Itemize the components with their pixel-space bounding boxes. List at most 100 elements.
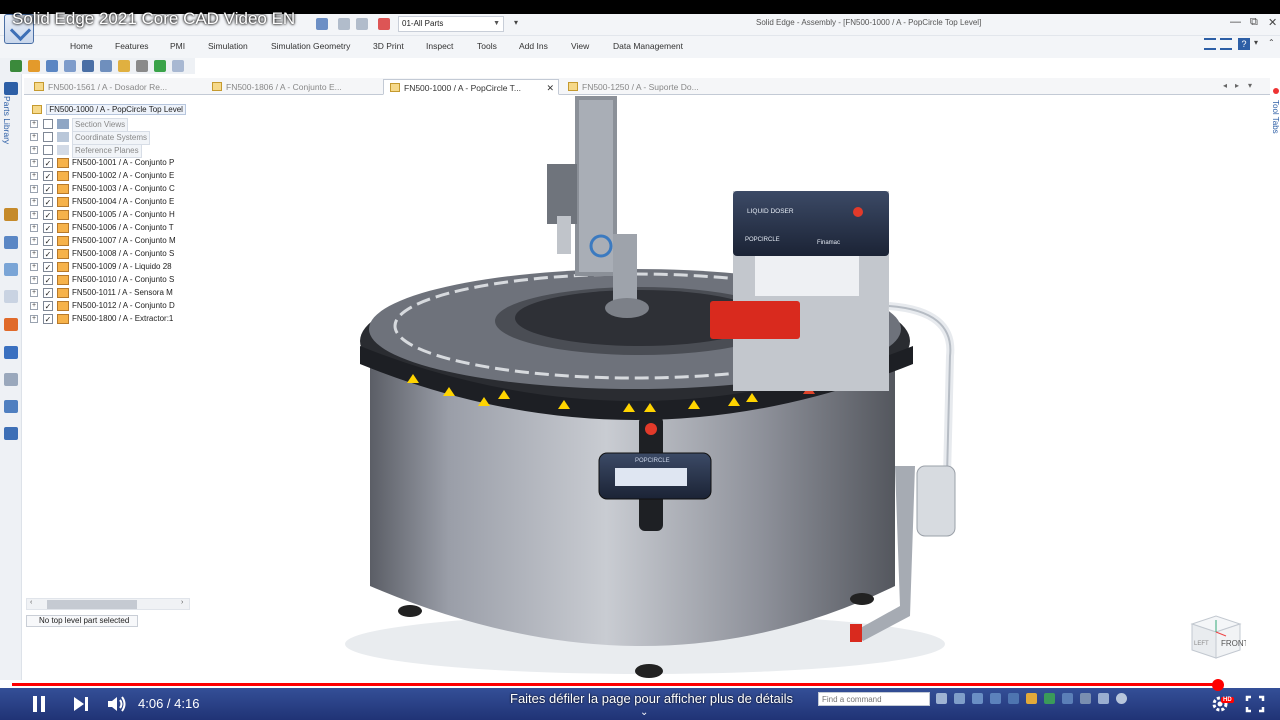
eye-icon[interactable] <box>10 60 22 72</box>
undo-icon[interactable] <box>338 18 350 30</box>
expand-icon[interactable]: + <box>30 159 38 167</box>
sensors-icon[interactable] <box>4 263 18 276</box>
close-window-icon[interactable]: ✕ <box>1268 16 1277 29</box>
expand-icon[interactable]: + <box>30 120 38 128</box>
shading-icon[interactable] <box>1044 693 1055 704</box>
visibility-checkbox[interactable]: ✓ <box>43 236 53 246</box>
close-icon[interactable]: ✕ <box>546 80 554 96</box>
close-document-icon[interactable] <box>378 18 390 30</box>
tab-list-icon[interactable]: ▾ <box>1248 81 1252 90</box>
expand-icon[interactable]: + <box>30 250 38 258</box>
visibility-checkbox[interactable] <box>43 132 53 142</box>
link-icon[interactable] <box>172 60 184 72</box>
command-finder-input[interactable] <box>818 692 930 706</box>
settings-icon[interactable] <box>4 427 18 440</box>
ribbon-tab-simulation-geometry[interactable]: Simulation Geometry <box>271 41 350 51</box>
tree-root[interactable]: FN500-1000 / A - PopCircle Top Level <box>32 104 186 115</box>
ribbon-tab-home[interactable]: Home <box>70 41 93 51</box>
panes-icon[interactable] <box>1220 38 1232 50</box>
expand-icon[interactable]: + <box>30 146 38 154</box>
pan-icon[interactable] <box>990 693 1001 704</box>
quick-access-menu-icon[interactable]: ▾ <box>514 18 526 30</box>
grid-icon[interactable] <box>28 60 40 72</box>
layers-icon[interactable] <box>4 236 18 249</box>
zoom-icon[interactable] <box>954 693 965 704</box>
pathfinder-icon[interactable] <box>4 208 18 221</box>
color-icon[interactable] <box>4 318 18 331</box>
video-scrubber-handle[interactable] <box>1212 679 1224 691</box>
doc-tab-fn500-1000[interactable]: FN500-1000 / A - PopCircle T... ✕ <box>383 79 559 95</box>
fit-icon[interactable] <box>972 693 983 704</box>
zoom-area-icon[interactable] <box>936 693 947 704</box>
restore-icon[interactable]: ⧉ <box>1250 16 1258 29</box>
visibility-checkbox[interactable]: ✓ <box>43 158 53 168</box>
fit-icon[interactable] <box>64 60 76 72</box>
expand-icon[interactable]: + <box>30 289 38 297</box>
expand-icon[interactable]: + <box>30 172 38 180</box>
layout-icon[interactable] <box>1204 38 1216 50</box>
minimize-icon[interactable]: — <box>1230 16 1241 28</box>
visibility-checkbox[interactable] <box>43 119 53 129</box>
visibility-checkbox[interactable]: ✓ <box>43 210 53 220</box>
visibility-checkbox[interactable]: ✓ <box>43 197 53 207</box>
expand-icon[interactable]: + <box>30 237 38 245</box>
styles-icon[interactable] <box>1080 693 1091 704</box>
visibility-checkbox[interactable]: ✓ <box>43 262 53 272</box>
tab-scroll-left-icon[interactable]: ◂ <box>1223 81 1227 90</box>
expand-icon[interactable]: + <box>30 224 38 232</box>
ribbon-tab-data-management[interactable]: Data Management <box>613 41 683 51</box>
folder-icon[interactable] <box>118 60 130 72</box>
doc-tab-fn500-1250[interactable]: FN500-1250 / A - Suporte Do... <box>562 79 734 95</box>
visibility-checkbox[interactable]: ✓ <box>43 275 53 285</box>
scrollbar-thumb[interactable] <box>47 600 137 609</box>
expand-icon[interactable]: + <box>30 211 38 219</box>
structure-icon[interactable] <box>4 373 18 386</box>
assembly-icon[interactable] <box>46 60 58 72</box>
visibility-checkbox[interactable]: ✓ <box>43 288 53 298</box>
scroll-right-icon[interactable]: › <box>181 599 183 606</box>
expand-icon[interactable]: + <box>30 263 38 271</box>
redo-icon[interactable] <box>356 18 368 30</box>
expand-icon[interactable]: + <box>30 198 38 206</box>
expand-icon[interactable]: + <box>30 302 38 310</box>
next-icon[interactable] <box>72 694 90 714</box>
visibility-checkbox[interactable] <box>43 145 53 155</box>
save-icon[interactable] <box>316 18 328 30</box>
3d-viewport[interactable]: POPCIRCLE LIQUID DOSER POPCIRCLE Finamac <box>195 96 1270 686</box>
ribbon-tab-pmi[interactable]: PMI <box>170 41 185 51</box>
view-cube[interactable]: FRONT LEFT <box>1186 612 1246 662</box>
ribbon-tab-3d-print[interactable]: 3D Print <box>373 41 404 51</box>
ribbon-tab-tools[interactable]: Tools <box>477 41 497 51</box>
expand-icon[interactable]: + <box>30 276 38 284</box>
visibility-checkbox[interactable]: ✓ <box>43 301 53 311</box>
visibility-checkbox[interactable]: ✓ <box>43 249 53 259</box>
tool-tabs-tab[interactable]: Tool Tabs <box>1271 100 1280 134</box>
properties-icon[interactable] <box>100 60 112 72</box>
video-title[interactable]: Solid Edge 2021 Core CAD Video EN <box>12 9 295 29</box>
expand-icon[interactable]: + <box>30 315 38 323</box>
chevron-down-icon[interactable]: ▾ <box>1254 38 1266 50</box>
help-icon[interactable] <box>4 346 18 359</box>
arrow-down-icon[interactable] <box>154 60 166 72</box>
ribbon-tab-add-ins[interactable]: Add Ins <box>519 41 548 51</box>
fullscreen-icon[interactable] <box>1244 694 1266 714</box>
sketch-view-icon[interactable] <box>1098 693 1109 704</box>
ribbon-tab-features[interactable]: Features <box>115 41 149 51</box>
expand-icon[interactable]: + <box>30 133 38 141</box>
parts-library-icon[interactable] <box>4 82 18 95</box>
grid-icon[interactable] <box>4 400 18 413</box>
scroll-left-icon[interactable]: ‹ <box>30 599 32 606</box>
ribbon-tab-view[interactable]: View <box>571 41 589 51</box>
pathfinder-horizontal-scrollbar[interactable]: ‹ › <box>26 598 190 610</box>
settings-icon[interactable] <box>136 60 148 72</box>
doc-tab-fn500-1561[interactable]: FN500-1561 / A - Dosador Re... <box>28 79 202 95</box>
visibility-checkbox[interactable]: ✓ <box>43 223 53 233</box>
chevron-down-icon[interactable]: ⌄ <box>640 707 648 718</box>
pause-icon[interactable] <box>30 694 48 714</box>
chevron-up-icon[interactable]: ⌃ <box>1268 38 1280 50</box>
expand-icon[interactable]: + <box>30 185 38 193</box>
ribbon-tab-simulation[interactable]: Simulation <box>208 41 248 51</box>
help-icon[interactable]: ? <box>1238 38 1250 50</box>
tab-scroll-right-icon[interactable]: ▸ <box>1235 81 1239 90</box>
display-icon[interactable] <box>1062 693 1073 704</box>
